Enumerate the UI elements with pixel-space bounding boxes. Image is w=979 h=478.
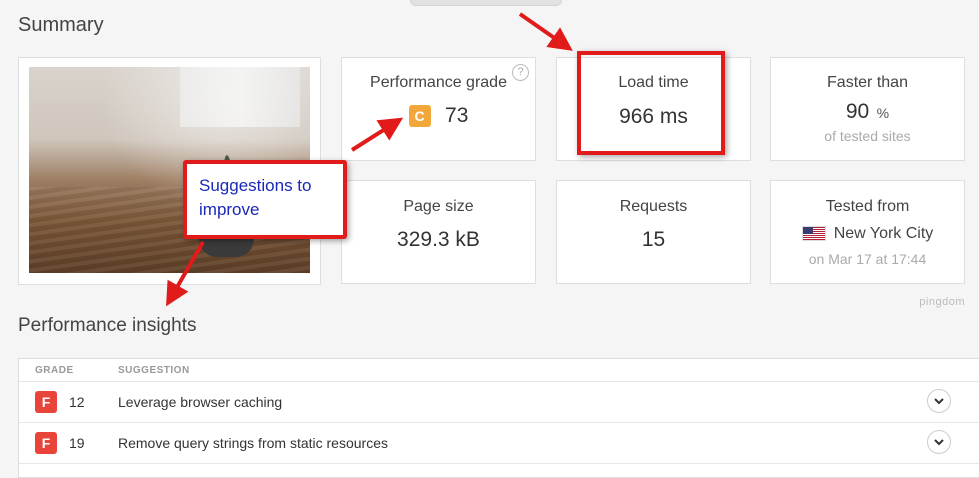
grade-badge: F xyxy=(35,432,57,454)
grade-badge: F xyxy=(35,391,57,413)
row-score: 12 xyxy=(69,394,85,410)
suggestion-column-header: SUGGESTION xyxy=(118,365,190,376)
arrow-to-load-time xyxy=(518,12,573,51)
insights-table: GRADE SUGGESTION F 12 Leverage browser c… xyxy=(18,358,979,478)
chevron-down-icon xyxy=(934,439,944,446)
table-row[interactable]: F 19 Remove query strings from static re… xyxy=(19,423,979,464)
expand-button[interactable] xyxy=(927,389,951,413)
insights-title: Performance insights xyxy=(18,315,197,336)
grade-column-header: GRADE xyxy=(35,365,74,376)
expand-button[interactable] xyxy=(927,430,951,454)
insights-header: GRADE SUGGESTION xyxy=(19,359,979,382)
row-suggestion: Remove query strings from static resourc… xyxy=(118,435,388,451)
row-score: 19 xyxy=(69,435,85,451)
table-row[interactable]: F 12 Leverage browser caching xyxy=(19,382,979,423)
row-suggestion: Leverage browser caching xyxy=(118,394,283,410)
arrow-to-insights xyxy=(166,241,205,307)
chevron-down-icon xyxy=(934,398,944,405)
arrow-to-grade xyxy=(350,117,404,152)
